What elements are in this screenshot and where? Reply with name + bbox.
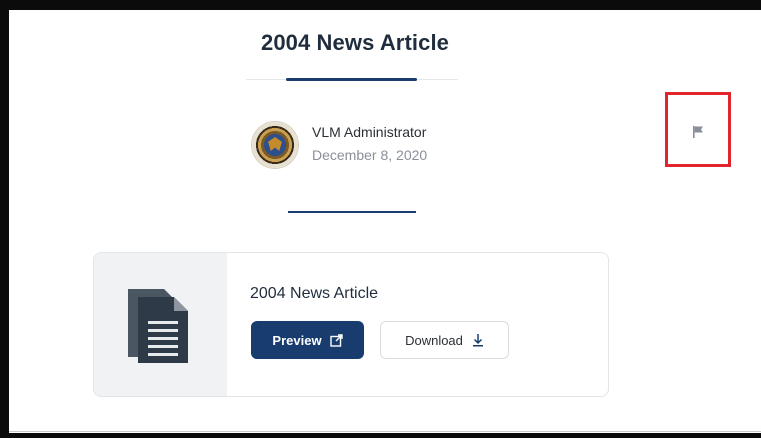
attachment-title: 2004 News Article xyxy=(250,285,379,302)
seal-avatar-icon xyxy=(252,122,298,168)
external-link-icon xyxy=(329,333,343,347)
title-underline xyxy=(286,78,417,81)
download-button[interactable]: Download xyxy=(380,321,509,359)
attachment-icon-panel xyxy=(94,253,227,396)
author-name[interactable]: VLM Administrator xyxy=(312,124,426,140)
section-divider xyxy=(288,211,416,213)
screenshot-frame-left xyxy=(0,0,9,438)
page-bottom-border xyxy=(9,431,761,432)
page-title: 2004 News Article xyxy=(261,30,449,55)
post-date: December 8, 2020 xyxy=(312,147,428,163)
attachment-card: 2004 News Article Preview Download xyxy=(93,252,609,397)
author-block: VLM Administrator December 8, 2020 xyxy=(252,120,492,176)
eagle-emblem-icon xyxy=(268,137,282,151)
flag-icon[interactable] xyxy=(691,125,705,139)
screenshot-frame-bottom xyxy=(9,433,761,438)
download-icon xyxy=(472,334,483,347)
preview-button[interactable]: Preview xyxy=(251,321,364,359)
screenshot-frame-top xyxy=(0,0,761,10)
flag-highlight-box xyxy=(665,92,731,167)
preview-button-label: Preview xyxy=(272,332,322,348)
download-button-label: Download xyxy=(405,332,463,348)
document-icon xyxy=(128,289,188,363)
